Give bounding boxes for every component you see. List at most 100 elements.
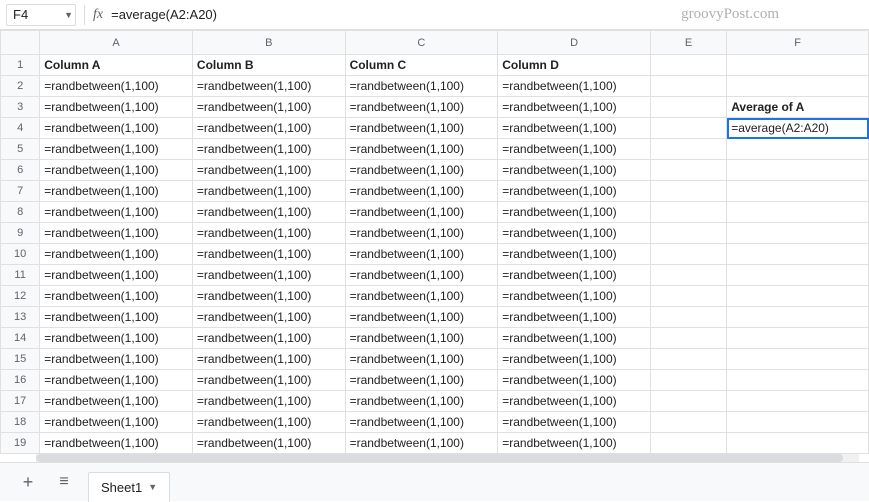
cell-B15[interactable]: =randbetween(1,100) <box>192 349 345 370</box>
cell-E1[interactable] <box>650 55 726 76</box>
cell-A12[interactable]: =randbetween(1,100) <box>40 286 193 307</box>
cell-B7[interactable]: =randbetween(1,100) <box>192 181 345 202</box>
row-header-6[interactable]: 6 <box>1 160 40 181</box>
cell-F11[interactable] <box>727 265 869 286</box>
row-header-8[interactable]: 8 <box>1 202 40 223</box>
cell-F4[interactable]: =average(A2:A20) <box>727 118 869 139</box>
cell-B5[interactable]: =randbetween(1,100) <box>192 139 345 160</box>
cell-D9[interactable]: =randbetween(1,100) <box>498 223 651 244</box>
cell-F17[interactable] <box>727 391 869 412</box>
cell-E18[interactable] <box>650 412 726 433</box>
cell-F1[interactable] <box>727 55 869 76</box>
cell-C10[interactable]: =randbetween(1,100) <box>345 244 498 265</box>
cell-F15[interactable] <box>727 349 869 370</box>
cell-A13[interactable]: =randbetween(1,100) <box>40 307 193 328</box>
row-header-5[interactable]: 5 <box>1 139 40 160</box>
cell-F16[interactable] <box>727 370 869 391</box>
cell-F14[interactable] <box>727 328 869 349</box>
cell-F3[interactable]: Average of A <box>727 97 869 118</box>
cell-B4[interactable]: =randbetween(1,100) <box>192 118 345 139</box>
horizontal-scrollbar[interactable] <box>36 454 859 462</box>
cell-B10[interactable]: =randbetween(1,100) <box>192 244 345 265</box>
cell-B13[interactable]: =randbetween(1,100) <box>192 307 345 328</box>
cell-F18[interactable] <box>727 412 869 433</box>
cell-D11[interactable]: =randbetween(1,100) <box>498 265 651 286</box>
cell-D7[interactable]: =randbetween(1,100) <box>498 181 651 202</box>
cell-B12[interactable]: =randbetween(1,100) <box>192 286 345 307</box>
cell-D19[interactable]: =randbetween(1,100) <box>498 433 651 454</box>
cell-C7[interactable]: =randbetween(1,100) <box>345 181 498 202</box>
cell-C16[interactable]: =randbetween(1,100) <box>345 370 498 391</box>
cell-E15[interactable] <box>650 349 726 370</box>
cell-D8[interactable]: =randbetween(1,100) <box>498 202 651 223</box>
cell-A7[interactable]: =randbetween(1,100) <box>40 181 193 202</box>
cell-D1[interactable]: Column D <box>498 55 651 76</box>
cell-A4[interactable]: =randbetween(1,100) <box>40 118 193 139</box>
cell-F2[interactable] <box>727 76 869 97</box>
cell-F6[interactable] <box>727 160 869 181</box>
cell-E17[interactable] <box>650 391 726 412</box>
cell-F13[interactable] <box>727 307 869 328</box>
cell-D12[interactable]: =randbetween(1,100) <box>498 286 651 307</box>
cell-A9[interactable]: =randbetween(1,100) <box>40 223 193 244</box>
cell-A16[interactable]: =randbetween(1,100) <box>40 370 193 391</box>
select-all-corner[interactable] <box>1 31 40 55</box>
all-sheets-button[interactable]: ≡ <box>52 470 76 494</box>
cell-D3[interactable]: =randbetween(1,100) <box>498 97 651 118</box>
cell-C3[interactable]: =randbetween(1,100) <box>345 97 498 118</box>
cell-E6[interactable] <box>650 160 726 181</box>
cell-A5[interactable]: =randbetween(1,100) <box>40 139 193 160</box>
cell-C6[interactable]: =randbetween(1,100) <box>345 160 498 181</box>
cell-E7[interactable] <box>650 181 726 202</box>
cell-F7[interactable] <box>727 181 869 202</box>
cell-A11[interactable]: =randbetween(1,100) <box>40 265 193 286</box>
row-header-13[interactable]: 13 <box>1 307 40 328</box>
cell-A14[interactable]: =randbetween(1,100) <box>40 328 193 349</box>
add-sheet-button[interactable]: + <box>16 470 40 494</box>
cell-D2[interactable]: =randbetween(1,100) <box>498 76 651 97</box>
row-header-10[interactable]: 10 <box>1 244 40 265</box>
cell-C15[interactable]: =randbetween(1,100) <box>345 349 498 370</box>
cell-D4[interactable]: =randbetween(1,100) <box>498 118 651 139</box>
cell-D15[interactable]: =randbetween(1,100) <box>498 349 651 370</box>
row-header-15[interactable]: 15 <box>1 349 40 370</box>
column-header-A[interactable]: A <box>40 31 193 55</box>
cell-F10[interactable] <box>727 244 869 265</box>
cell-E4[interactable] <box>650 118 726 139</box>
cell-A1[interactable]: Column A <box>40 55 193 76</box>
row-header-11[interactable]: 11 <box>1 265 40 286</box>
cell-E14[interactable] <box>650 328 726 349</box>
row-header-16[interactable]: 16 <box>1 370 40 391</box>
cell-E19[interactable] <box>650 433 726 454</box>
cell-D18[interactable]: =randbetween(1,100) <box>498 412 651 433</box>
cell-B9[interactable]: =randbetween(1,100) <box>192 223 345 244</box>
row-header-14[interactable]: 14 <box>1 328 40 349</box>
cell-C4[interactable]: =randbetween(1,100) <box>345 118 498 139</box>
name-box[interactable]: F4 ▼ <box>6 4 76 26</box>
cell-C8[interactable]: =randbetween(1,100) <box>345 202 498 223</box>
cell-C5[interactable]: =randbetween(1,100) <box>345 139 498 160</box>
cell-D13[interactable]: =randbetween(1,100) <box>498 307 651 328</box>
cell-C18[interactable]: =randbetween(1,100) <box>345 412 498 433</box>
cell-E2[interactable] <box>650 76 726 97</box>
cell-A6[interactable]: =randbetween(1,100) <box>40 160 193 181</box>
cell-B11[interactable]: =randbetween(1,100) <box>192 265 345 286</box>
name-box-dropdown-icon[interactable]: ▼ <box>64 10 73 20</box>
cell-B14[interactable]: =randbetween(1,100) <box>192 328 345 349</box>
cell-E10[interactable] <box>650 244 726 265</box>
row-header-3[interactable]: 3 <box>1 97 40 118</box>
cell-A2[interactable]: =randbetween(1,100) <box>40 76 193 97</box>
cell-F5[interactable] <box>727 139 869 160</box>
cell-A10[interactable]: =randbetween(1,100) <box>40 244 193 265</box>
cell-B3[interactable]: =randbetween(1,100) <box>192 97 345 118</box>
cell-C12[interactable]: =randbetween(1,100) <box>345 286 498 307</box>
cell-C2[interactable]: =randbetween(1,100) <box>345 76 498 97</box>
cell-C14[interactable]: =randbetween(1,100) <box>345 328 498 349</box>
cell-B2[interactable]: =randbetween(1,100) <box>192 76 345 97</box>
column-header-D[interactable]: D <box>498 31 651 55</box>
cell-A17[interactable]: =randbetween(1,100) <box>40 391 193 412</box>
row-header-2[interactable]: 2 <box>1 76 40 97</box>
cell-B17[interactable]: =randbetween(1,100) <box>192 391 345 412</box>
cell-B19[interactable]: =randbetween(1,100) <box>192 433 345 454</box>
cell-E13[interactable] <box>650 307 726 328</box>
